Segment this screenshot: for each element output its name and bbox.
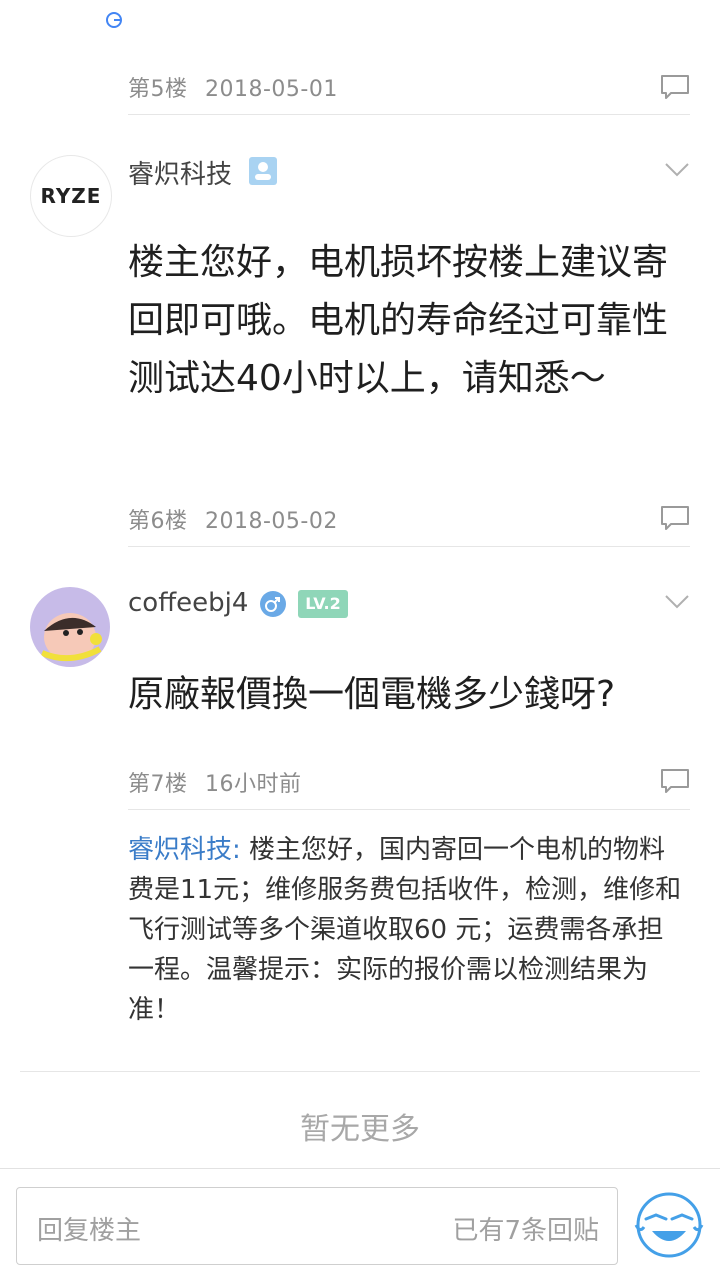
reply-placeholder: 回复楼主: [37, 1216, 142, 1246]
divider: [20, 1071, 700, 1072]
end-of-list-text: 暂无更多: [300, 1112, 420, 1147]
username[interactable]: 睿炽科技: [128, 154, 232, 191]
comment-icon[interactable]: [660, 505, 690, 531]
chevron-down-icon[interactable]: [664, 162, 690, 178]
post-7-meta: 第7楼 16小时前: [128, 766, 302, 798]
comment-icon[interactable]: [660, 768, 690, 794]
avatar-logo-text: RYZE: [40, 184, 102, 208]
floor-label: 第7楼: [128, 772, 188, 797]
divider: [128, 809, 690, 810]
chevron-down-icon[interactable]: [664, 594, 690, 610]
post-content: 楼主您好，电机损坏按楼上建议寄回即可哦。电机的寿命经过可靠性测试达40小时以上，…: [128, 242, 669, 399]
post-5-meta: 第5楼 2018-05-01: [128, 71, 338, 103]
emoji-icon[interactable]: [632, 1189, 706, 1261]
floor-label: 第5楼: [128, 77, 188, 102]
post-6-meta: 第6楼 2018-05-02: [128, 503, 338, 535]
post-time: 2018-05-01: [205, 77, 338, 102]
male-icon: [259, 590, 287, 618]
post-time: 2018-05-02: [205, 509, 338, 534]
post-time: 16小时前: [205, 772, 302, 797]
bottom-reply-bar: 回复楼主 已有7条回贴: [0, 1168, 720, 1281]
reply-input[interactable]: 回复楼主 已有7条回贴: [16, 1187, 618, 1265]
sub-reply[interactable]: 睿炽科技: 楼主您好，国内寄回一个电机的物料费是11元；维修服务费包括收件，检测…: [128, 830, 688, 1030]
divider: [128, 114, 690, 115]
divider: [128, 546, 690, 547]
avatar[interactable]: RYZE: [30, 155, 112, 237]
google-icon: [106, 12, 122, 28]
post-content: 原廠報價換一個電機多少錢呀?: [128, 674, 616, 715]
level-badge-text: LV.2: [305, 594, 341, 613]
reply-count: 已有7条回贴: [452, 1216, 599, 1246]
username[interactable]: coffeebj4: [128, 588, 248, 618]
floor-label: 第6楼: [128, 509, 188, 534]
reply-author[interactable]: 睿炽科技:: [128, 835, 241, 865]
comment-icon[interactable]: [660, 74, 690, 100]
verified-badge-icon: [248, 156, 278, 186]
avatar[interactable]: [30, 587, 110, 667]
level-badge: LV.2: [298, 590, 348, 618]
